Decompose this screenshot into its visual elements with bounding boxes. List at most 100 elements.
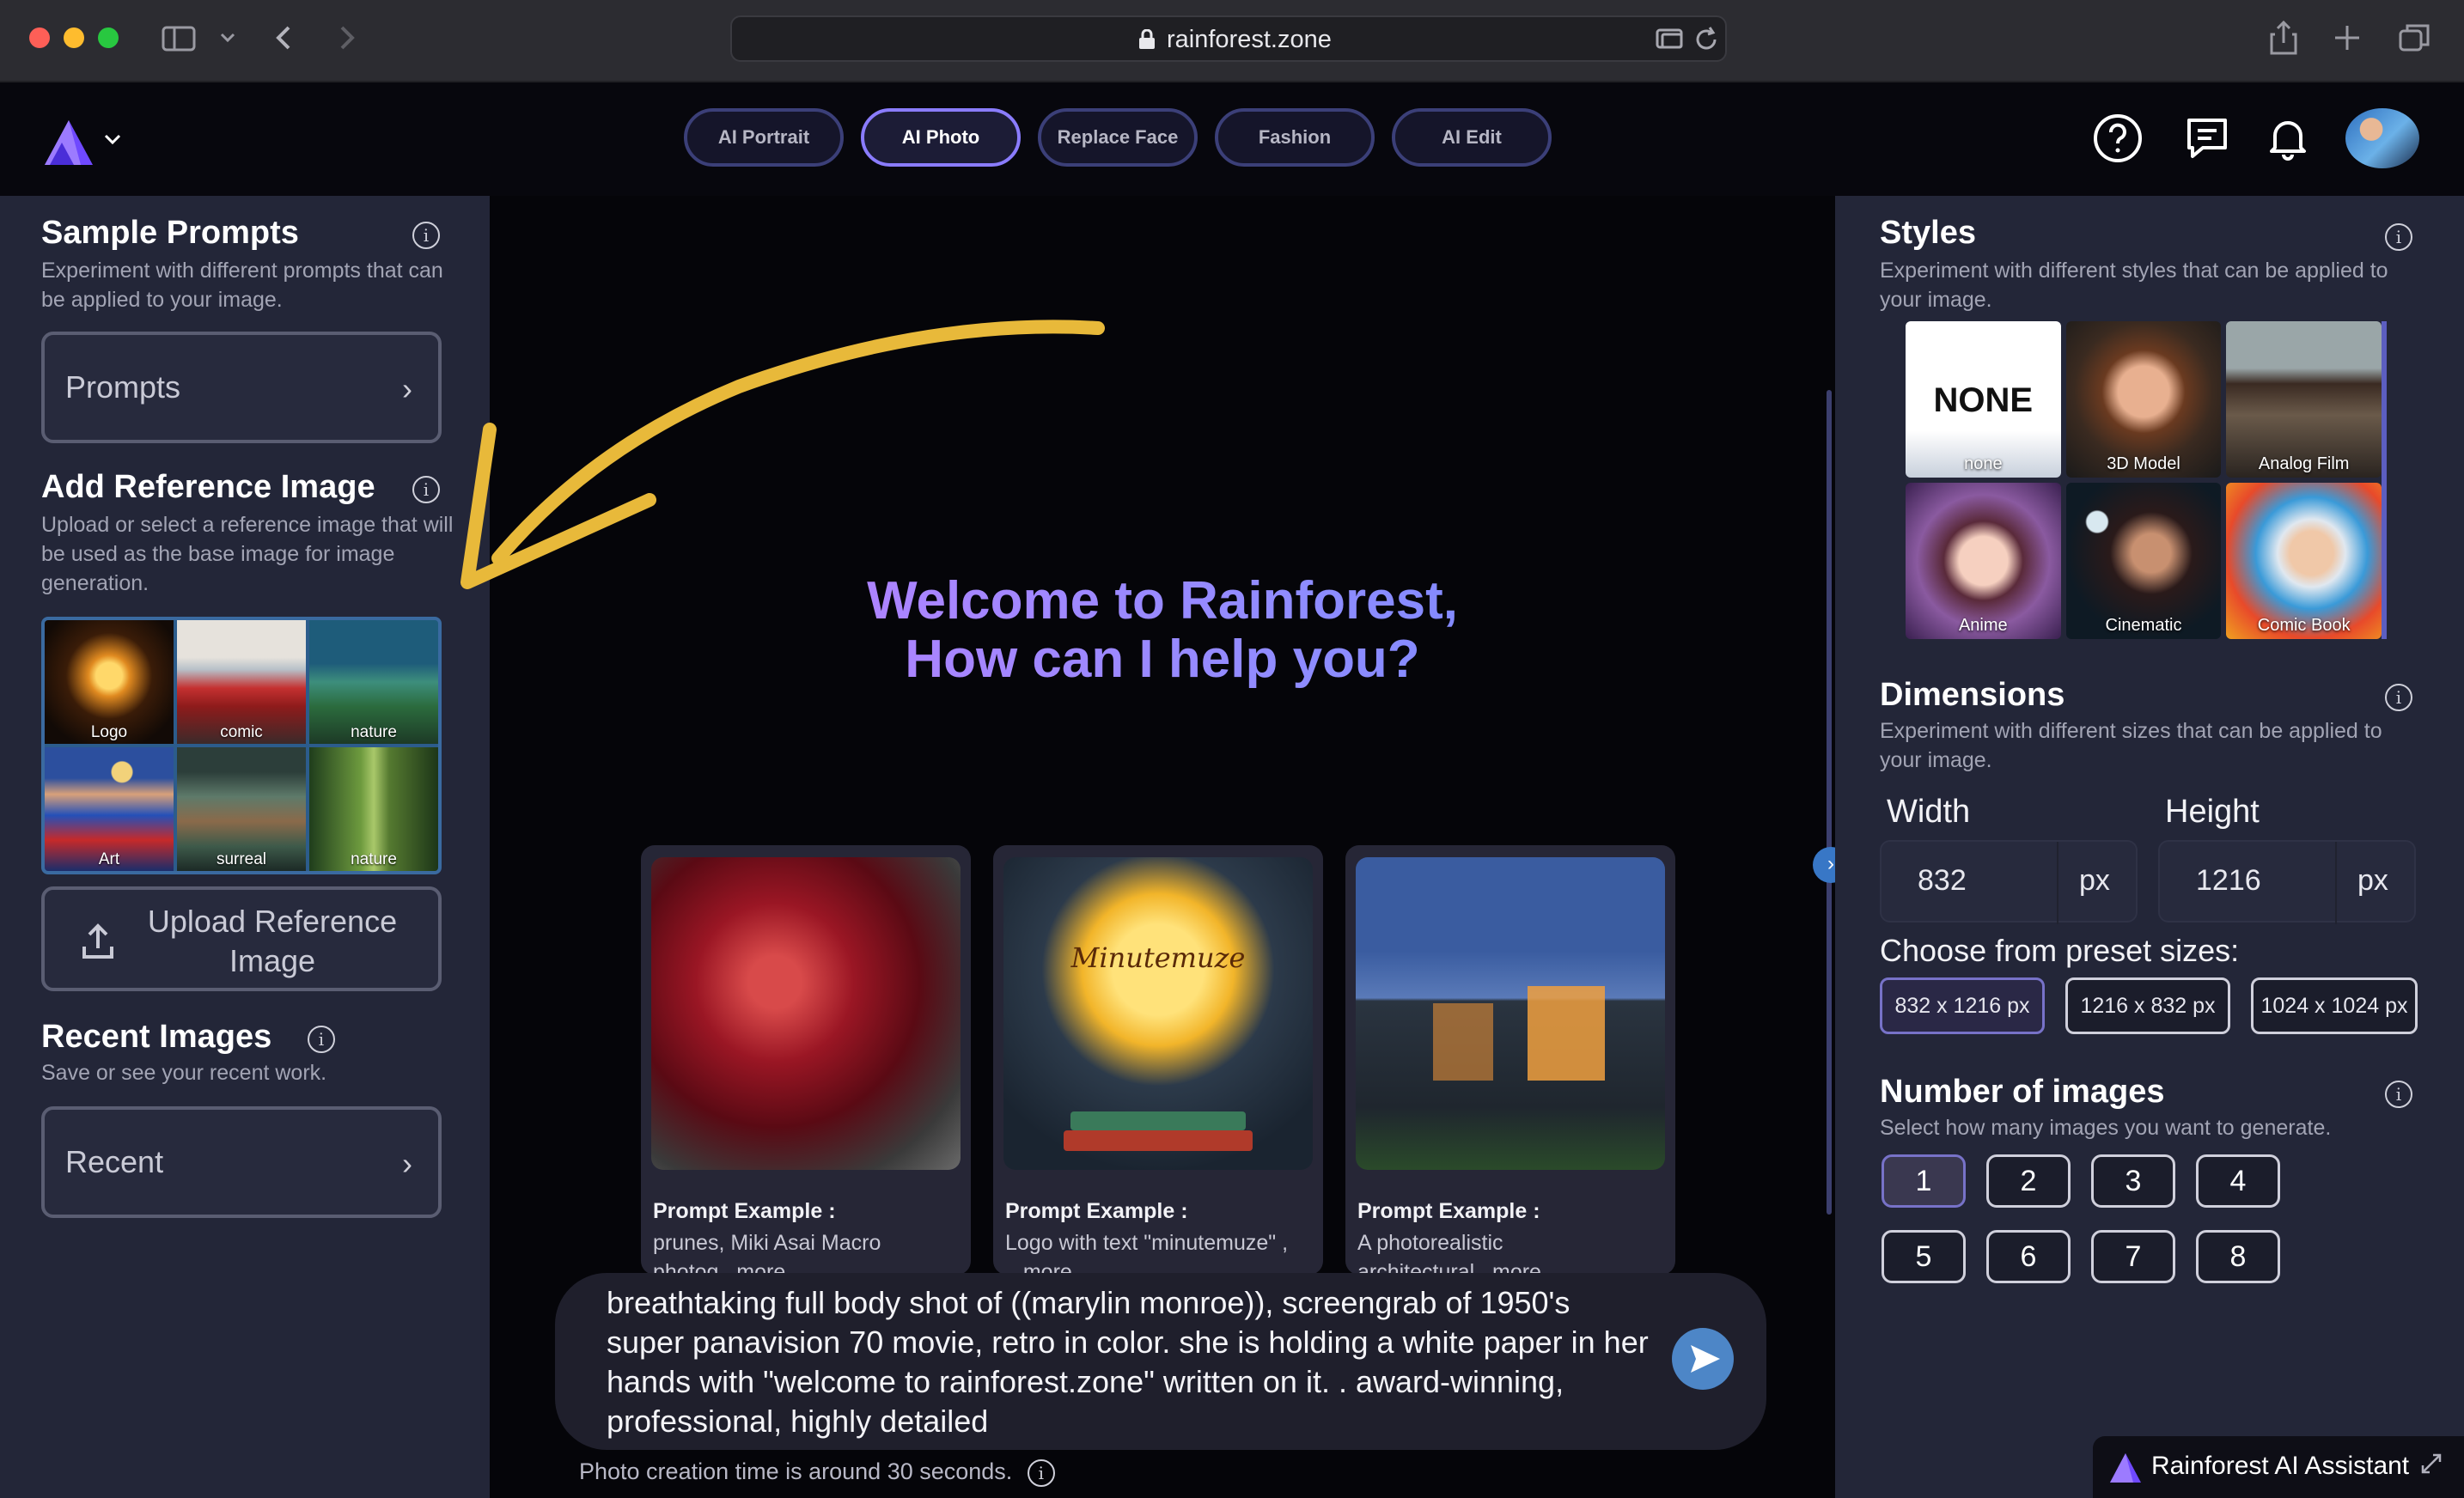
- info-icon[interactable]: i: [412, 476, 440, 503]
- expand-icon[interactable]: [2419, 1452, 2443, 1476]
- styles-desc: Experiment with different styles that ca…: [1880, 259, 2388, 312]
- style-none[interactable]: NONE none: [1906, 321, 2061, 478]
- example-image-house: [1356, 857, 1665, 1170]
- chevron-down-icon[interactable]: [217, 17, 239, 58]
- info-icon[interactable]: i: [308, 1026, 335, 1053]
- new-tab-icon[interactable]: [2332, 17, 2363, 58]
- reader-view-icon[interactable]: [1655, 24, 1686, 55]
- tab-fashion[interactable]: Fashion: [1215, 108, 1375, 167]
- mode-tabs: AI Portrait AI Photo Replace Face Fashio…: [684, 108, 1552, 167]
- tab-ai-portrait[interactable]: AI Portrait: [684, 108, 844, 167]
- reference-image-logo[interactable]: Logo: [45, 620, 174, 744]
- panel-divider: [1827, 390, 1832, 1215]
- num-images-5-button[interactable]: 5: [1882, 1230, 1966, 1283]
- sample-prompts-desc: Experiment with different prompts that c…: [41, 259, 443, 312]
- info-icon[interactable]: i: [2385, 684, 2412, 711]
- width-input[interactable]: 832 px: [1880, 840, 2138, 924]
- send-icon: [1691, 1345, 1720, 1373]
- send-button[interactable]: [1672, 1328, 1734, 1390]
- num-images-8-button[interactable]: 8: [2196, 1230, 2280, 1283]
- style-comic-book[interactable]: Comic Book: [2226, 483, 2382, 639]
- upload-reference-label: Upload Reference Image: [147, 904, 398, 978]
- left-sidebar: Sample Prompts i Experiment with differe…: [0, 196, 490, 1498]
- minimize-window-button[interactable]: [64, 27, 84, 48]
- upload-reference-button[interactable]: Upload Reference Image: [41, 886, 442, 991]
- photo-time-note: Photo creation time is around 30 seconds…: [579, 1458, 1055, 1487]
- recent-images-title: Recent Images: [41, 1019, 272, 1055]
- prompts-button[interactable]: Prompts ›: [41, 332, 442, 443]
- style-cinematic[interactable]: Cinematic: [2065, 483, 2222, 639]
- chevron-down-icon[interactable]: [101, 131, 124, 148]
- num-images-2-button[interactable]: 2: [1986, 1154, 2071, 1208]
- prompt-text[interactable]: breathtaking full body shot of ((marylin…: [607, 1283, 1655, 1441]
- info-icon[interactable]: i: [2385, 223, 2412, 251]
- share-icon[interactable]: [2268, 17, 2299, 58]
- reference-image-nature-forest[interactable]: nature: [309, 747, 438, 871]
- browser-toolbar: rainforest.zone: [0, 0, 2464, 82]
- width-label: Width: [1887, 794, 1971, 830]
- url-text: rainforest.zone: [1167, 26, 1332, 53]
- info-icon[interactable]: i: [2385, 1081, 2412, 1108]
- example-image-prunes: [651, 857, 961, 1170]
- recent-images-desc: Save or see your recent work.: [41, 1061, 327, 1085]
- chevron-right-icon: ›: [402, 1146, 412, 1181]
- tab-replace-face[interactable]: Replace Face: [1038, 108, 1198, 167]
- reference-image-nature[interactable]: nature: [309, 620, 438, 744]
- ai-assistant-button[interactable]: Rainforest AI Assistant: [2093, 1436, 2464, 1498]
- style-grid: NONE none 3D Model Analog Film Anime Cin…: [1906, 321, 2387, 639]
- close-window-button[interactable]: [29, 27, 50, 48]
- add-reference-title: Add Reference Image: [41, 469, 375, 505]
- zoom-window-button[interactable]: [98, 27, 119, 48]
- prompt-example-card[interactable]: Prompt Example : prunes, Miki Asai Macro…: [641, 845, 971, 1275]
- prompts-label: Prompts: [65, 369, 181, 405]
- style-analog-film[interactable]: Analog Film: [2226, 321, 2382, 478]
- forward-icon[interactable]: [333, 17, 359, 58]
- recent-button[interactable]: Recent ›: [41, 1106, 442, 1218]
- num-images-6-button[interactable]: 6: [1986, 1230, 2071, 1283]
- preset-832x1216-button[interactable]: 832 x 1216 px: [1880, 977, 2045, 1034]
- styles-title: Styles: [1880, 215, 1976, 251]
- num-images-7-button[interactable]: 7: [2091, 1230, 2175, 1283]
- tab-ai-edit[interactable]: AI Edit: [1392, 108, 1552, 167]
- style-anime[interactable]: Anime: [1906, 483, 2061, 639]
- reload-icon[interactable]: [1692, 24, 1720, 55]
- rainforest-logo-icon[interactable]: [43, 119, 95, 167]
- recent-label: Recent: [65, 1144, 164, 1179]
- help-icon[interactable]: [2091, 112, 2144, 165]
- bell-icon[interactable]: [2261, 112, 2315, 165]
- num-images-4-button[interactable]: 4: [2196, 1154, 2280, 1208]
- info-icon[interactable]: i: [1027, 1458, 1055, 1487]
- chat-icon[interactable]: [2180, 112, 2234, 165]
- back-icon[interactable]: [271, 17, 297, 58]
- reference-image-grid: Logo comic nature Art surreal nature: [41, 617, 442, 874]
- dimensions-desc: Experiment with different sizes that can…: [1880, 719, 2382, 772]
- upload-icon: [82, 923, 113, 959]
- pointer-arrow-icon: [460, 320, 1105, 589]
- num-images-1-button[interactable]: 1: [1882, 1154, 1966, 1208]
- reference-image-surreal[interactable]: surreal: [177, 747, 306, 871]
- preset-1024x1024-button[interactable]: 1024 x 1024 px: [2251, 977, 2418, 1034]
- reference-image-comic[interactable]: comic: [177, 620, 306, 744]
- number-of-images-title: Number of images: [1880, 1074, 2165, 1110]
- prompt-example-card[interactable]: Prompt Example : A photorealistic archit…: [1345, 845, 1675, 1275]
- reference-image-art[interactable]: Art: [45, 747, 174, 871]
- height-input[interactable]: 1216 px: [2158, 840, 2416, 924]
- info-icon[interactable]: i: [412, 222, 440, 249]
- sidebar-toggle-icon[interactable]: [162, 17, 196, 58]
- prompt-input[interactable]: breathtaking full body shot of ((marylin…: [555, 1273, 1766, 1450]
- number-of-images-desc: Select how many images you want to gener…: [1880, 1116, 2332, 1140]
- avatar[interactable]: [2345, 108, 2419, 168]
- tab-ai-photo[interactable]: AI Photo: [861, 108, 1021, 167]
- address-bar[interactable]: rainforest.zone: [730, 15, 1727, 62]
- tab-overview-icon[interactable]: [2397, 17, 2431, 58]
- style-3d-model[interactable]: 3D Model: [2065, 321, 2222, 478]
- lock-icon: [1139, 29, 1155, 49]
- prompt-example-card[interactable]: Minutemuze Prompt Example : Logo with te…: [993, 845, 1323, 1275]
- dimensions-title: Dimensions: [1880, 677, 2065, 713]
- sample-prompts-title: Sample Prompts: [41, 215, 299, 251]
- example-image-lightbulb: Minutemuze: [1003, 857, 1313, 1170]
- add-reference-desc: Upload or select a reference image that …: [41, 513, 454, 595]
- chevron-right-icon: ›: [402, 371, 412, 406]
- num-images-3-button[interactable]: 3: [2091, 1154, 2175, 1208]
- preset-1216x832-button[interactable]: 1216 x 832 px: [2065, 977, 2230, 1034]
